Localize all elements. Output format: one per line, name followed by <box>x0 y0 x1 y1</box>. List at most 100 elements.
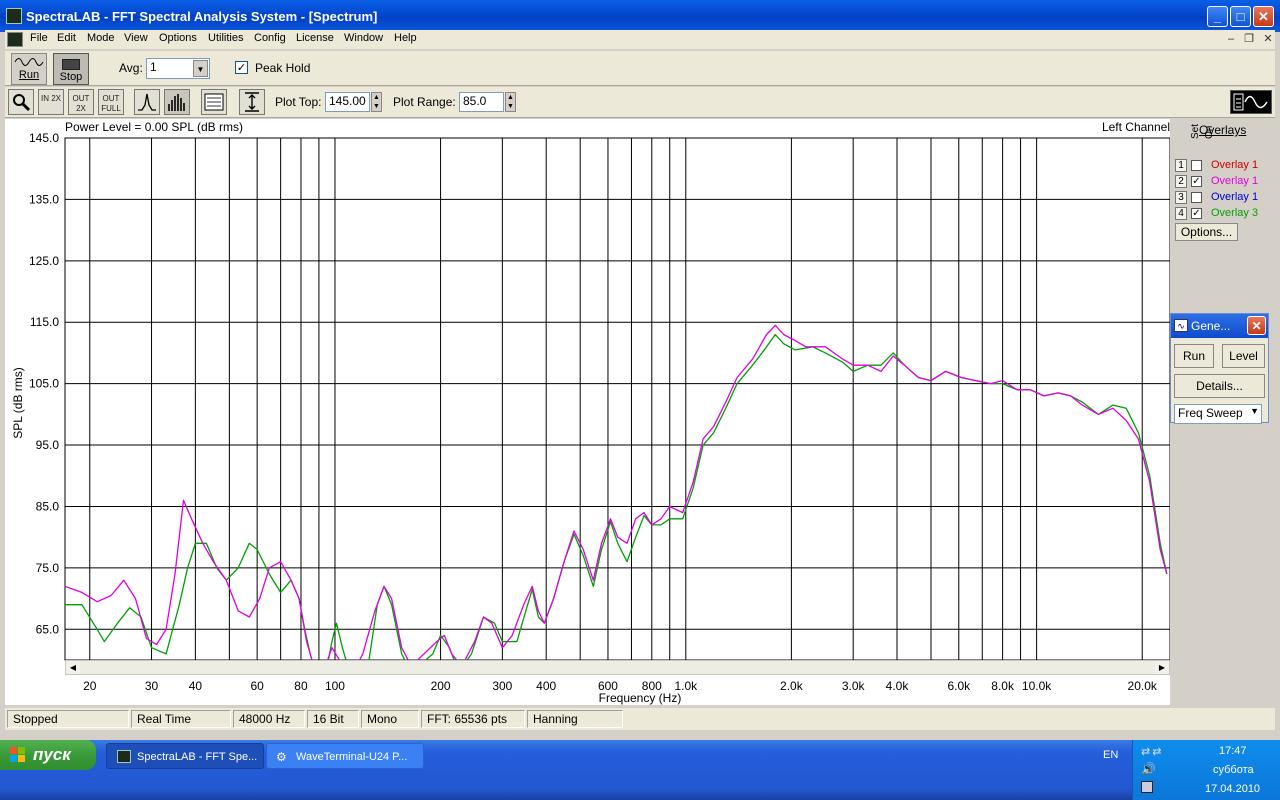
x-tick-label: 80 <box>294 679 308 693</box>
x-tick-label: 100 <box>325 679 345 693</box>
generator-close-button[interactable]: ✕ <box>1247 316 1266 335</box>
menu-view[interactable]: View <box>124 32 148 44</box>
y-tick-label: 125.0 <box>29 254 59 268</box>
y-axis-label: SPL (dB rms) <box>11 367 25 439</box>
overlay-set-button[interactable]: 3 <box>1175 191 1187 204</box>
menu-utilities[interactable]: Utilities <box>208 32 243 44</box>
menu-file[interactable]: File <box>30 32 48 44</box>
y-tick-label: 145.0 <box>29 131 59 145</box>
vertical-cursor-button[interactable] <box>239 89 265 115</box>
menu-window[interactable]: Window <box>344 32 383 44</box>
generator-mode-select[interactable]: Freq Sweep ▼ <box>1174 404 1262 424</box>
language-indicator[interactable]: EN <box>1103 749 1118 761</box>
menu-edit[interactable]: Edit <box>57 32 76 44</box>
zoom-out-2x-button[interactable]: OUT 2X <box>68 89 94 115</box>
maximize-button[interactable]: □ <box>1230 6 1251 27</box>
zoom-in-2x-button[interactable]: IN 2X <box>38 89 64 115</box>
menu-config[interactable]: Config <box>254 32 286 44</box>
overlay-set-button[interactable]: 4 <box>1175 207 1187 220</box>
plot-top-input[interactable]: 145.00 <box>325 92 370 112</box>
plot-top-spinner[interactable]: ▲ ▼ <box>371 92 382 112</box>
line-mode-icon <box>138 93 156 111</box>
task-label: WaveTerminal-U24 P... <box>296 751 408 763</box>
menu-mode[interactable]: Mode <box>87 32 115 44</box>
chevron-down-icon[interactable]: ▼ <box>193 60 208 77</box>
signal-generator-button[interactable] <box>1230 90 1272 114</box>
overlay-row-4: 4 ✓ Overlay 3 <box>1175 207 1275 222</box>
sine-wave-icon <box>14 58 44 66</box>
peak-hold-label: Peak Hold <box>255 61 311 75</box>
run-button[interactable]: Run <box>11 53 47 85</box>
x-tick-label: 40 <box>189 679 203 693</box>
scroll-left-arrow[interactable]: ◀ <box>66 661 80 674</box>
task-waveterminal[interactable]: ⚙ WaveTerminal-U24 P... <box>266 743 424 769</box>
generator-icon: ∿ <box>1174 319 1188 332</box>
y-tick-label: 95.0 <box>36 438 60 452</box>
tray-app-icon[interactable] <box>1141 781 1153 793</box>
clock-time: 17:47 <box>1219 745 1247 757</box>
y-tick-label: 105.0 <box>29 377 59 391</box>
avg-value: 1 <box>150 60 157 74</box>
generator-details-button[interactable]: Details... <box>1174 374 1265 398</box>
mdi-minimize-button[interactable]: – <box>1224 32 1238 46</box>
tray-volume-icon[interactable]: 🔊 <box>1141 762 1156 776</box>
horizontal-scrollbar[interactable]: ◀ ▶ <box>65 660 1170 675</box>
status-bit-depth: 16 Bit <box>307 710 359 728</box>
line-mode-button[interactable] <box>134 89 160 115</box>
window-title: SpectraLAB - FFT Spectral Analysis Syste… <box>26 9 378 24</box>
stop-label: Stop <box>59 71 83 83</box>
generator-level-button[interactable]: Level <box>1222 344 1265 368</box>
overlay-row-2: 2 ✓ Overlay 1 <box>1175 175 1275 190</box>
overlay-options-button[interactable]: Options... <box>1175 223 1238 241</box>
clock-date: 17.04.2010 <box>1205 783 1261 795</box>
overlays-col-set: Set <box>1190 123 1201 139</box>
zoom-button[interactable] <box>8 89 34 115</box>
main-toolbar: Run Stop Avg: 1 ▼ ✓ Peak Hold <box>5 51 1275 86</box>
zoom-out-full-icon: OUT FULL <box>101 94 121 113</box>
task-spectralab[interactable]: SpectraLAB - FFT Spe... <box>106 743 264 769</box>
menu-help[interactable]: Help <box>394 32 417 44</box>
title-bar: SpectraLAB - FFT Spectral Analysis Syste… <box>0 0 1280 32</box>
generator-run-button[interactable]: Run <box>1174 344 1214 368</box>
plot-range-input[interactable]: 85.0 <box>459 92 504 112</box>
status-channels: Mono <box>361 710 419 728</box>
stop-button[interactable]: Stop <box>53 53 89 85</box>
plot-range-spinner[interactable]: ▲ ▼ <box>505 92 516 112</box>
zoom-out-full-button[interactable]: OUT FULL <box>98 89 124 115</box>
generator-icon <box>1233 93 1268 111</box>
mdi-close-button[interactable]: ✕ <box>1261 32 1275 46</box>
settings-panel-icon <box>204 93 224 111</box>
system-tray: ⇄⇄ 🔊 17:47 суббота 17.04.2010 <box>1132 740 1280 800</box>
bar-mode-icon <box>168 94 185 111</box>
spectrum-chart[interactable]: 145.0 135.0 125.0 115.0 105.0 95.0 85.0 75.0 65.… <box>5 119 1170 705</box>
usb-icon: ⚙ <box>276 750 287 764</box>
start-label: пуск <box>33 745 71 764</box>
avg-select[interactable]: 1 ▼ <box>146 58 210 79</box>
start-button[interactable]: пуск <box>0 740 96 770</box>
mdi-restore-button[interactable]: ❐ <box>1242 32 1256 46</box>
taskbar: пуск SpectraLAB - FFT Spe... ⚙ WaveTermi… <box>0 740 1280 800</box>
overlay-checkbox[interactable]: ✓ <box>1191 208 1202 219</box>
close-button[interactable]: ✕ <box>1253 6 1274 27</box>
scroll-right-arrow[interactable]: ▶ <box>1155 661 1169 674</box>
x-tick-label: 4.0k <box>886 679 910 693</box>
peak-hold-checkbox[interactable]: ✓ <box>235 61 248 74</box>
overlay-set-button[interactable]: 1 <box>1175 159 1187 172</box>
tray-network-icon[interactable]: ⇄⇄ <box>1141 745 1163 758</box>
minimize-button[interactable]: _ <box>1207 6 1228 27</box>
overlay-name: Overlay 3 <box>1211 207 1259 219</box>
overlay-set-button[interactable]: 2 <box>1175 175 1187 188</box>
menu-license[interactable]: License <box>296 32 334 44</box>
document-icon[interactable] <box>7 32 23 47</box>
overlay-checkbox[interactable] <box>1191 160 1202 171</box>
status-sample-rate: 48000 Hz <box>233 710 305 728</box>
settings-panel-button[interactable] <box>201 89 227 115</box>
status-mode: Real Time <box>131 710 231 728</box>
overlay-checkbox[interactable] <box>1191 192 1202 203</box>
y-tick-label: 115.0 <box>30 315 59 329</box>
bar-mode-button[interactable] <box>164 89 190 115</box>
menu-options[interactable]: Options <box>159 32 197 44</box>
zoom-out-2x-icon: OUT 2X <box>72 94 90 113</box>
overlay-checkbox[interactable]: ✓ <box>1191 176 1202 187</box>
x-axis-label: Frequency (Hz) <box>599 691 682 705</box>
